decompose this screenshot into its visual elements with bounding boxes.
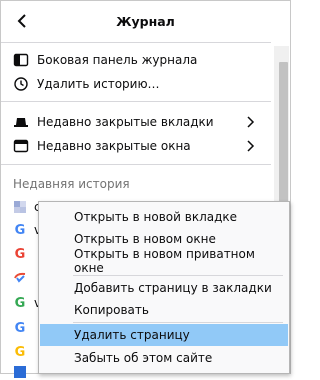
ctx-item-label: Открыть в новой вкладке	[74, 210, 238, 224]
ctx-delete-page[interactable]: Удалить страницу	[40, 324, 288, 346]
ctx-separator	[73, 275, 283, 276]
ctx-copy[interactable]: Копировать	[40, 299, 288, 321]
closed-windows-icon	[13, 138, 29, 154]
google-icon[interactable]: G	[12, 295, 28, 311]
ctx-item-label: Добавить страницу в закладки	[74, 281, 272, 295]
sidebar-icon	[13, 52, 29, 68]
chevron-right-icon	[247, 140, 255, 152]
menu-item-clear-history[interactable]: Удалить историю…	[1, 72, 269, 96]
ctx-open-new-tab[interactable]: Открыть в новой вкладке	[40, 206, 288, 228]
chevron-right-icon	[247, 116, 255, 128]
google-icon[interactable]: G	[12, 246, 28, 262]
ctx-open-private-window[interactable]: Открыть в новом приватном окне	[40, 247, 288, 275]
ctx-item-label: Забыть об этом сайте	[74, 351, 213, 365]
context-menu: Открыть в новой вкладке Открыть в новом …	[38, 201, 290, 374]
clear-history-icon	[13, 76, 29, 92]
ctx-bookmark-page[interactable]: Добавить страницу в закладки	[40, 277, 288, 299]
ctx-item-label: Открыть в новом окне	[74, 232, 216, 246]
separator	[1, 42, 271, 43]
ctx-item-label: Копировать	[74, 303, 149, 317]
back-arrow-icon	[17, 14, 26, 28]
site-icon[interactable]	[12, 199, 28, 215]
ctx-forget-site[interactable]: Забыть об этом сайте	[40, 347, 288, 369]
closed-tabs-icon	[13, 114, 29, 130]
menu-item-sidebar[interactable]: Боковая панель журнала	[1, 48, 269, 72]
menu-item-label: Боковая панель журнала	[37, 53, 198, 67]
back-button[interactable]	[7, 6, 37, 36]
recent-history-label: Недавняя история	[13, 177, 130, 191]
panel-title: Журнал	[116, 14, 175, 29]
separator	[1, 101, 271, 102]
menu-item-label: Недавно закрытые вкладки	[37, 115, 214, 129]
ctx-item-label: Открыть в новом приватном окне	[74, 247, 255, 275]
site-icon[interactable]	[12, 364, 28, 380]
separator	[1, 164, 271, 165]
menu-item-label: Недавно закрытые окна	[37, 139, 191, 153]
panel-header: Журнал	[1, 1, 290, 42]
checkmark-site-icon[interactable]	[12, 270, 28, 286]
google-icon[interactable]: G	[12, 222, 28, 238]
ctx-item-label: Удалить страницу	[74, 328, 190, 342]
google-icon[interactable]: G	[12, 320, 28, 336]
menu-item-label: Удалить историю…	[37, 77, 160, 91]
ctx-separator	[73, 322, 283, 323]
menu-item-closed-windows[interactable]: Недавно закрытые окна	[1, 134, 269, 158]
menu-item-closed-tabs[interactable]: Недавно закрытые вкладки	[1, 110, 269, 134]
google-icon[interactable]: G	[12, 344, 28, 360]
